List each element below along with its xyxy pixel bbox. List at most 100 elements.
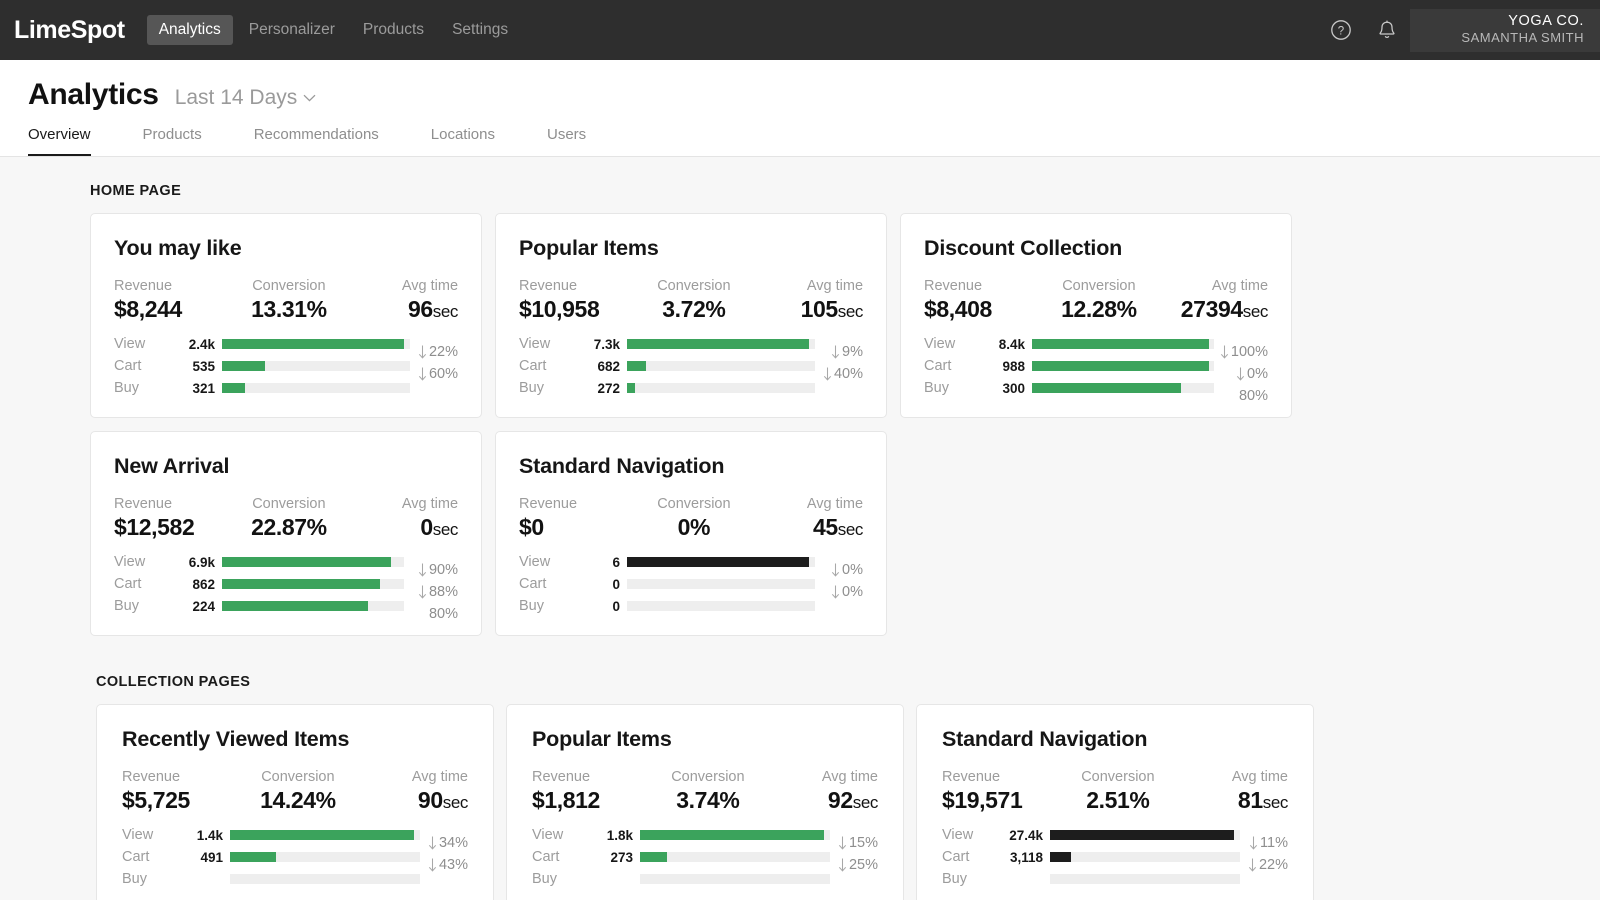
funnel-chart: View7.3kCart682Buy2729%40% (519, 333, 863, 399)
kpi-value: 14.24% (237, 787, 358, 814)
primary-nav-links: AnalyticsPersonalizerProductsSettings (147, 15, 520, 45)
dropoff-value: 15% (849, 835, 878, 851)
metric-card[interactable]: Standard NavigationRevenue$19,571Convers… (916, 704, 1314, 900)
funnel-stage-label: Cart (519, 576, 575, 592)
funnel-bar-track (1050, 852, 1240, 862)
dropoff-indicator: 25% (838, 857, 878, 873)
kpi-label: Conversion (647, 769, 768, 785)
kpi-revenue: Revenue$10,958 (519, 278, 634, 323)
date-range-selector[interactable]: Last 14 Days (175, 86, 317, 110)
metric-card[interactable]: Discount CollectionRevenue$8,408Conversi… (900, 213, 1292, 418)
kpi-value: 3.74% (647, 787, 768, 814)
dropoff-value: 0% (842, 584, 863, 600)
card-row: You may likeRevenue$8,244Conversion13.31… (90, 213, 1600, 418)
tab-locations[interactable]: Locations (431, 126, 495, 156)
kpi-label: Revenue (942, 769, 1057, 785)
funnel-stage-label: View (122, 827, 178, 843)
funnel-bar-fill (222, 361, 265, 371)
dropoff-value: 9% (842, 344, 863, 360)
funnel-bar-fill (627, 339, 809, 349)
funnel-stage-value: 6.9k (170, 555, 222, 570)
dropoff-value: 22% (429, 344, 458, 360)
funnel-stage-value: 0 (575, 577, 627, 592)
funnel-bar-fill (222, 601, 368, 611)
tab-users[interactable]: Users (547, 126, 586, 156)
funnel-stage-label: Buy (114, 598, 170, 614)
metric-card[interactable]: Standard NavigationRevenue$0Conversion0%… (495, 431, 887, 636)
metric-card[interactable]: Recently Viewed ItemsRevenue$5,725Conver… (96, 704, 494, 900)
kpi-avg-time: Avg time45sec (754, 496, 863, 541)
kpi-value: 0sec (349, 514, 458, 541)
kpi-group: Revenue$8,408Conversion12.28%Avg time273… (924, 278, 1268, 323)
metric-card[interactable]: New ArrivalRevenue$12,582Conversion22.87… (90, 431, 482, 636)
kpi-value: 12.28% (1039, 296, 1159, 323)
funnel-bar-fill (1032, 339, 1209, 349)
metric-card[interactable]: Popular ItemsRevenue$1,812Conversion3.74… (506, 704, 904, 900)
kpi-value: $5,725 (122, 787, 237, 814)
title-row: Analytics Last 14 Days (0, 78, 1600, 112)
kpi-value: 92sec (768, 787, 878, 814)
avg-time-unit: sec (1243, 302, 1268, 321)
funnel-bar-fill (222, 383, 245, 393)
funnel-chart: View2.4kCart535Buy32122%60% (114, 333, 458, 399)
funnel-bar-track (222, 579, 404, 589)
kpi-value: 105sec (754, 296, 863, 323)
kpi-label: Avg time (1159, 278, 1268, 294)
funnel-stage-label: View (519, 336, 575, 352)
dropoff-indicator: 11% (1249, 835, 1288, 851)
avg-time-unit: sec (838, 520, 863, 539)
bell-icon[interactable] (1364, 0, 1410, 60)
kpi-label: Avg time (349, 496, 458, 512)
dropoff-group: 100%0%80% (1212, 333, 1268, 399)
funnel-stage-label: Cart (114, 576, 170, 592)
avg-time-unit: sec (1263, 793, 1288, 812)
account-company: YOGA CO. (1508, 13, 1584, 30)
funnel-stage-label: Cart (122, 849, 178, 865)
brand-logo[interactable]: LimeSpot (14, 16, 125, 45)
nav-link-analytics[interactable]: Analytics (147, 15, 233, 45)
tab-products[interactable]: Products (143, 126, 202, 156)
dropoff-indicator: 100% (1220, 344, 1268, 360)
funnel-stage-label: Buy (532, 871, 588, 887)
dropoff-value: 80% (1239, 388, 1268, 404)
funnel-bar-fill (1032, 383, 1181, 393)
funnel-stage-label: Buy (519, 380, 575, 396)
avg-time-number: 96 (408, 296, 433, 322)
nav-link-products[interactable]: Products (351, 15, 436, 45)
avg-time-number: 92 (828, 787, 853, 813)
kpi-value: 0% (634, 514, 754, 541)
help-circle-icon[interactable]: ? (1318, 0, 1364, 60)
nav-link-personalizer[interactable]: Personalizer (237, 15, 347, 45)
avg-time-number: 81 (1238, 787, 1263, 813)
tab-recommendations[interactable]: Recommendations (254, 126, 379, 156)
funnel-bar-fill (627, 557, 809, 567)
kpi-avg-time: Avg time92sec (768, 769, 878, 814)
kpi-value: $8,244 (114, 296, 229, 323)
metric-card[interactable]: You may likeRevenue$8,244Conversion13.31… (90, 213, 482, 418)
funnel-bar-fill (222, 557, 391, 567)
card-title: Standard Navigation (519, 454, 863, 479)
down-arrow-icon (418, 585, 427, 600)
nav-link-settings[interactable]: Settings (440, 15, 520, 45)
analytics-content: HOME PAGEYou may likeRevenue$8,244Conver… (0, 157, 1600, 900)
dropoff-value: 40% (834, 366, 863, 382)
dropoff-value: 100% (1231, 344, 1268, 360)
dropoff-indicator: 22% (418, 344, 458, 360)
svg-text:?: ? (1338, 25, 1344, 37)
kpi-label: Revenue (122, 769, 237, 785)
avg-time-unit: sec (853, 793, 878, 812)
funnel-bar-track (230, 852, 420, 862)
top-navigation-bar: LimeSpot AnalyticsPersonalizerProductsSe… (0, 0, 1600, 60)
funnel-stage-value: 8.4k (980, 337, 1032, 352)
funnel-bar-track (222, 383, 410, 393)
funnel-stage-value: 272 (575, 381, 627, 396)
account-menu[interactable]: YOGA CO. SAMANTHA SMITH (1410, 9, 1600, 52)
tab-overview[interactable]: Overview (28, 126, 91, 156)
dropoff-group: 11%22% (1232, 824, 1288, 890)
funnel-bar-fill (222, 339, 404, 349)
metric-card[interactable]: Popular ItemsRevenue$10,958Conversion3.7… (495, 213, 887, 418)
dropoff-group: 22%60% (402, 333, 458, 399)
kpi-avg-time: Avg time90sec (358, 769, 468, 814)
kpi-label: Conversion (634, 278, 754, 294)
funnel-stage-value: 988 (980, 359, 1032, 374)
